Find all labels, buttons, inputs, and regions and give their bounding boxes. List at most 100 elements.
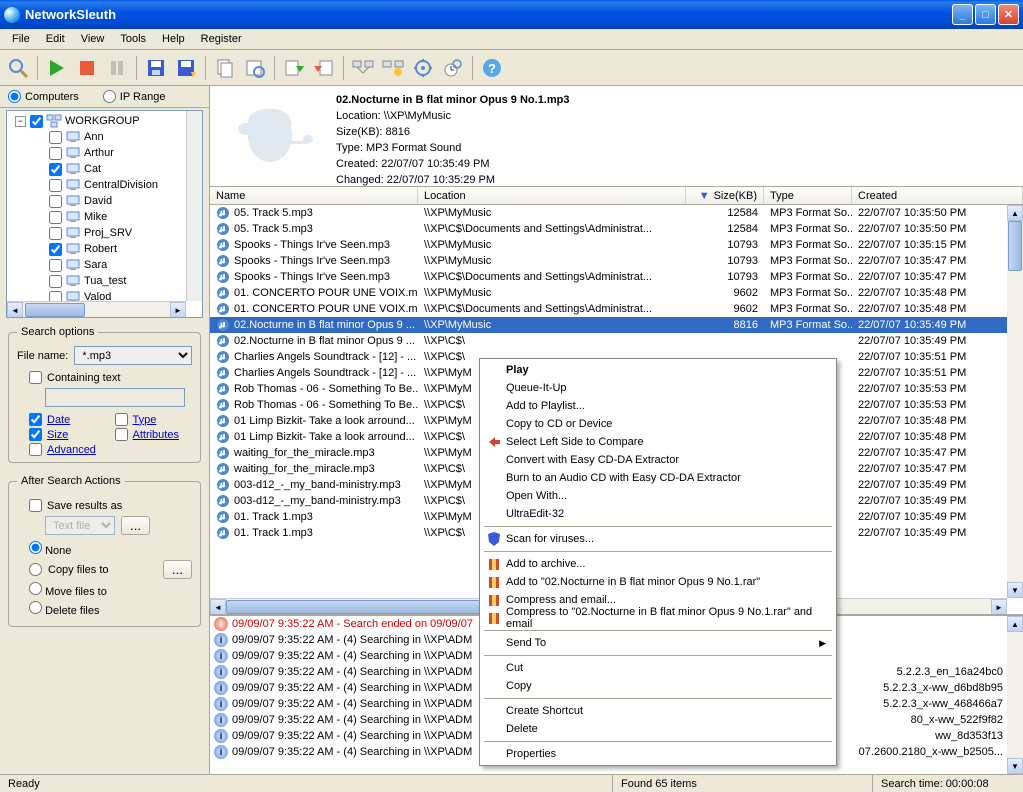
save-format-select[interactable]: Text file	[45, 516, 115, 535]
cm-ultraedit[interactable]: UltraEdit-32	[482, 505, 834, 523]
menu-register[interactable]: Register	[193, 31, 250, 47]
cell-created: 22/07/07 10:35:49 PM	[852, 511, 1023, 523]
col-location[interactable]: Location	[418, 187, 686, 204]
tree-item[interactable]: Proj_SRV	[49, 225, 202, 241]
attributes-link[interactable]: Attributes	[133, 429, 179, 441]
menu-view[interactable]: View	[73, 31, 113, 47]
table-row[interactable]: Spooks - Things Ir've Seen.mp3 \\XP\MyMu…	[210, 253, 1023, 269]
tree-item[interactable]: David	[49, 193, 202, 209]
cm-copy-cd[interactable]: Copy to CD or Device	[482, 415, 834, 433]
save-results-checkbox[interactable]	[29, 499, 42, 512]
tree-item[interactable]: Mike	[49, 209, 202, 225]
export-icon[interactable]	[280, 54, 308, 82]
cm-copy[interactable]: Copy	[482, 677, 834, 695]
table-row[interactable]: 01. CONCERTO POUR UNE VOIX.mp3 \\XP\MyMu…	[210, 285, 1023, 301]
col-size[interactable]: ▼Size(KB)	[686, 187, 764, 204]
filename-input[interactable]: *.mp3	[74, 346, 192, 365]
stop-icon[interactable]	[73, 54, 101, 82]
cm-compress-rar-email[interactable]: Compress to "02.Nocturne in B flat minor…	[482, 609, 834, 627]
action-delete[interactable]: Delete files	[29, 601, 192, 617]
date-checkbox[interactable]	[29, 413, 42, 426]
maximize-button[interactable]: □	[975, 4, 996, 25]
advanced-checkbox[interactable]	[29, 443, 42, 456]
tree-item[interactable]: Sara	[49, 257, 202, 273]
containing-text-checkbox[interactable]	[29, 371, 42, 384]
cm-archive[interactable]: Add to archive...	[482, 555, 834, 573]
cell-created: 22/07/07 10:35:48 PM	[852, 415, 1023, 427]
menu-help[interactable]: Help	[154, 31, 193, 47]
tree-scrollbar-vertical[interactable]	[186, 111, 202, 301]
cm-open-with[interactable]: Open With...	[482, 487, 834, 505]
table-row[interactable]: 02.Nocturne in B flat minor Opus 9 ... \…	[210, 333, 1023, 349]
date-link[interactable]: Date	[47, 414, 70, 426]
cm-scan[interactable]: Scan for viruses...	[482, 530, 834, 548]
network-icon[interactable]	[349, 54, 377, 82]
scope-iprange[interactable]: IP Range	[103, 90, 166, 103]
settings-icon[interactable]	[409, 54, 437, 82]
tree-item[interactable]: Ann	[49, 129, 202, 145]
table-row[interactable]: 05. Track 5.mp3 \\XP\C$\Documents and Se…	[210, 221, 1023, 237]
menu-tools[interactable]: Tools	[112, 31, 154, 47]
menu-edit[interactable]: Edit	[38, 31, 73, 47]
action-none[interactable]: None	[29, 541, 192, 557]
table-row[interactable]: 02.Nocturne in B flat minor Opus 9 ... \…	[210, 317, 1023, 333]
cm-add-playlist[interactable]: Add to Playlist...	[482, 397, 834, 415]
action-move[interactable]: Move files to	[29, 582, 192, 598]
import-icon[interactable]	[310, 54, 338, 82]
computer-icon	[65, 226, 81, 240]
log-scrollbar-vertical[interactable]: ▲ ▼	[1007, 616, 1023, 774]
help-icon[interactable]: ?	[478, 54, 506, 82]
browse-button[interactable]: ...	[121, 516, 150, 535]
menu-file[interactable]: File	[4, 31, 38, 47]
cell-location: \\XP\MyMusic	[418, 319, 686, 331]
tree-item[interactable]: Cat	[49, 161, 202, 177]
table-row[interactable]: 01. CONCERTO POUR UNE VOIX.mp3 \\XP\C$\D…	[210, 301, 1023, 317]
cm-shortcut[interactable]: Create Shortcut	[482, 702, 834, 720]
cm-play[interactable]: Play	[482, 361, 834, 379]
type-checkbox[interactable]	[115, 413, 128, 426]
table-row[interactable]: Spooks - Things Ir've Seen.mp3 \\XP\C$\D…	[210, 269, 1023, 285]
copy-icon[interactable]	[211, 54, 239, 82]
tree-item[interactable]: Tua_test	[49, 273, 202, 289]
type-link[interactable]: Type	[133, 414, 157, 426]
containing-text-input[interactable]	[45, 388, 185, 407]
cm-properties[interactable]: Properties	[482, 745, 834, 763]
clock-icon[interactable]	[439, 54, 467, 82]
table-row[interactable]: 05. Track 5.mp3 \\XP\MyMusic 12584 MP3 F…	[210, 205, 1023, 221]
col-created[interactable]: Created	[852, 187, 1023, 204]
tree-scrollbar-horizontal[interactable]: ◄►	[7, 301, 186, 317]
cm-cut[interactable]: Cut	[482, 659, 834, 677]
pause-icon[interactable]	[103, 54, 131, 82]
cm-convert[interactable]: Convert with Easy CD-DA Extractor	[482, 451, 834, 469]
scope-computers[interactable]: Computers	[8, 90, 79, 103]
cm-burn[interactable]: Burn to an Audio CD with Easy CD-DA Extr…	[482, 469, 834, 487]
cm-queue[interactable]: Queue-It-Up	[482, 379, 834, 397]
size-link[interactable]: Size	[47, 429, 68, 441]
size-checkbox[interactable]	[29, 428, 42, 441]
tree-item[interactable]: Arthur	[49, 145, 202, 161]
play-icon[interactable]	[43, 54, 71, 82]
cm-select-left[interactable]: Select Left Side to Compare	[482, 433, 834, 451]
attributes-checkbox[interactable]	[115, 428, 128, 441]
computer-tree[interactable]: − WORKGROUP Ann Arthur Cat CentralDivisi…	[6, 110, 203, 318]
table-row[interactable]: Spooks - Things Ir've Seen.mp3 \\XP\MyMu…	[210, 237, 1023, 253]
minimize-button[interactable]: _	[952, 4, 973, 25]
cm-delete[interactable]: Delete	[482, 720, 834, 738]
search-icon[interactable]	[4, 54, 32, 82]
cm-send-to[interactable]: Send To▶	[482, 634, 834, 652]
search-options-group: Search options File name: *.mp3 Containi…	[8, 326, 201, 463]
save-as-icon[interactable]	[172, 54, 200, 82]
cm-add-rar[interactable]: Add to "02.Nocturne in B flat minor Opus…	[482, 573, 834, 591]
tree-item[interactable]: Robert	[49, 241, 202, 257]
advanced-link[interactable]: Advanced	[47, 444, 96, 456]
preview-icon[interactable]	[241, 54, 269, 82]
network-settings-icon[interactable]	[379, 54, 407, 82]
col-name[interactable]: Name	[210, 187, 418, 204]
close-button[interactable]: ✕	[998, 4, 1019, 25]
copy-browse-button[interactable]: ...	[163, 560, 192, 579]
col-type[interactable]: Type	[764, 187, 852, 204]
grid-scrollbar-vertical[interactable]: ▲ ▼	[1007, 205, 1023, 598]
action-copy[interactable]: Copy files to ...	[29, 560, 192, 579]
save-icon[interactable]	[142, 54, 170, 82]
tree-item[interactable]: CentralDivision	[49, 177, 202, 193]
